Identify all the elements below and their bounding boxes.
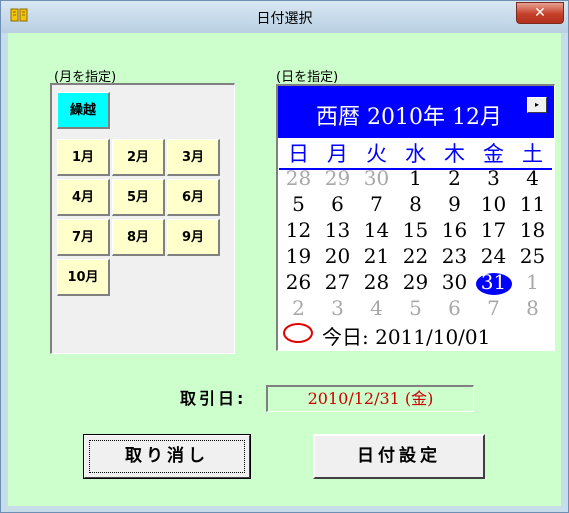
calendar-day[interactable]: 24 bbox=[474, 244, 513, 268]
calendar-day-other-month[interactable]: 2 bbox=[279, 296, 318, 320]
today-link[interactable]: 今日: 2011/10/01 bbox=[322, 321, 490, 350]
next-month-button[interactable]: ▸ bbox=[527, 97, 547, 113]
calendar-day[interactable]: 10 bbox=[474, 192, 513, 216]
calendar-day[interactable]: 22 bbox=[396, 244, 435, 268]
month-button-2[interactable]: 2月 bbox=[112, 139, 165, 176]
month-button-1[interactable]: 1月 bbox=[57, 139, 110, 176]
calendar-day[interactable]: 4 bbox=[513, 166, 552, 190]
month-button-5[interactable]: 5月 bbox=[112, 179, 165, 216]
calendar-day[interactable]: 26 bbox=[279, 270, 318, 294]
calendar-day[interactable]: 14 bbox=[357, 218, 396, 242]
calendar-day-other-month[interactable]: 6 bbox=[435, 296, 474, 320]
month-button-4[interactable]: 4月 bbox=[57, 179, 110, 216]
calendar-day-other-month[interactable]: 7 bbox=[474, 296, 513, 320]
month-button-7[interactable]: 7月 bbox=[57, 219, 110, 256]
calendar-day-other-month[interactable]: 8 bbox=[513, 296, 552, 320]
dialog-body: (月を指定) (日を指定) 繰越 1月 2月 3月 4月 5月 6月 7月 8月… bbox=[8, 33, 561, 506]
calendar-day-other-month[interactable]: 3 bbox=[318, 296, 357, 320]
calendar-day[interactable]: 16 bbox=[435, 218, 474, 242]
calendar-day[interactable]: 18 bbox=[513, 218, 552, 242]
calendar-day[interactable]: 5 bbox=[279, 192, 318, 216]
month-button-9[interactable]: 9月 bbox=[167, 219, 220, 256]
calendar-day[interactable]: 25 bbox=[513, 244, 552, 268]
calendar-day[interactable]: 6 bbox=[318, 192, 357, 216]
today-circle-icon bbox=[283, 323, 313, 343]
calendar-header: 西暦 2010年 12月 ▸ bbox=[278, 86, 554, 138]
calendar-day[interactable]: 7 bbox=[357, 192, 396, 216]
calendar-day[interactable]: 20 bbox=[318, 244, 357, 268]
month-panel: 繰越 1月 2月 3月 4月 5月 6月 7月 8月 9月 10月 bbox=[50, 83, 235, 354]
focus-rectangle bbox=[89, 440, 245, 473]
calendar-day[interactable]: 9 bbox=[435, 192, 474, 216]
calendar-day[interactable]: 11 bbox=[513, 192, 552, 216]
calendar-day-other-month[interactable]: 30 bbox=[357, 166, 396, 190]
calendar-day[interactable]: 13 bbox=[318, 218, 357, 242]
calendar-day[interactable]: 19 bbox=[279, 244, 318, 268]
calendar-day[interactable]: 17 bbox=[474, 218, 513, 242]
cancel-button[interactable]: 取り消し bbox=[83, 434, 251, 479]
day-group-label: (日を指定) bbox=[276, 70, 339, 85]
calendar-day[interactable]: 15 bbox=[396, 218, 435, 242]
title-bar[interactable]: 日付選択 ✕ bbox=[1, 1, 568, 33]
calendar-day-other-month[interactable]: 28 bbox=[279, 166, 318, 190]
calendar-day[interactable]: 3 bbox=[474, 166, 513, 190]
calendar-day-other-month[interactable]: 5 bbox=[396, 296, 435, 320]
calendar-day[interactable]: 30 bbox=[435, 270, 474, 294]
date-select-dialog: 日付選択 ✕ (月を指定) (日を指定) 繰越 1月 2月 3月 4月 5月 6… bbox=[0, 0, 569, 513]
calendar-month-title: 西暦 2010年 12月 bbox=[316, 105, 502, 127]
calendar-day[interactable]: 28 bbox=[357, 270, 396, 294]
calendar: 西暦 2010年 12月 ▸ 今日: 2011/10/01 日月火水木金土 28 2… bbox=[276, 84, 555, 351]
set-date-button[interactable]: 日付設定 bbox=[313, 434, 485, 479]
calendar-day-other-month[interactable]: 4 bbox=[357, 296, 396, 320]
month-button-10[interactable]: 10月 bbox=[57, 259, 110, 296]
month-button-3[interactable]: 3月 bbox=[167, 139, 220, 176]
calendar-day[interactable]: 31 bbox=[474, 270, 513, 294]
trade-date-field[interactable]: 2010/12/31 (金) bbox=[266, 385, 474, 412]
window-title: 日付選択 bbox=[256, 11, 313, 27]
calendar-day-other-month[interactable]: 29 bbox=[318, 166, 357, 190]
calendar-day[interactable]: 23 bbox=[435, 244, 474, 268]
calendar-day-other-month[interactable]: 1 bbox=[513, 270, 552, 294]
set-date-button-label: 日付設定 bbox=[357, 446, 441, 466]
calendar-day[interactable]: 1 bbox=[396, 166, 435, 190]
calendar-day[interactable]: 29 bbox=[396, 270, 435, 294]
calendar-day[interactable]: 27 bbox=[318, 270, 357, 294]
month-button-8[interactable]: 8月 bbox=[112, 219, 165, 256]
calendar-day[interactable]: 12 bbox=[279, 218, 318, 242]
carry-over-button[interactable]: 繰越 bbox=[57, 92, 110, 129]
calendar-day[interactable]: 8 bbox=[396, 192, 435, 216]
trade-date-label: 取引日: bbox=[180, 389, 247, 408]
calendar-day[interactable]: 21 bbox=[357, 244, 396, 268]
close-button[interactable]: ✕ bbox=[516, 2, 564, 24]
calendar-day[interactable]: 2 bbox=[435, 166, 474, 190]
month-button-6[interactable]: 6月 bbox=[167, 179, 220, 216]
